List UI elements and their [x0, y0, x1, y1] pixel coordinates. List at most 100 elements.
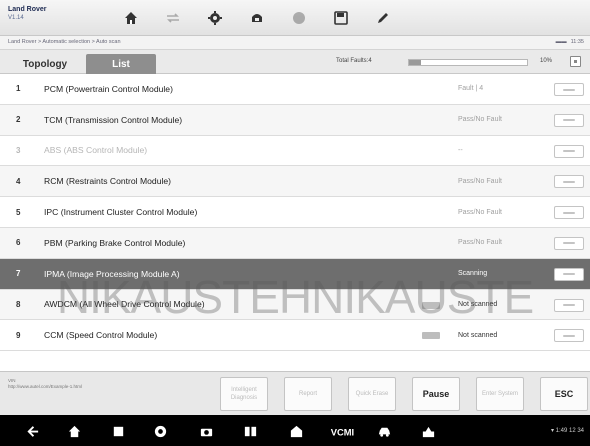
save-icon	[334, 11, 348, 25]
garage-button[interactable]	[288, 423, 304, 439]
home-icon	[125, 12, 137, 24]
settings-icon	[208, 11, 222, 25]
module-number: 5	[16, 207, 21, 217]
back-icon	[26, 425, 38, 437]
module-name: IPMA (Image Processing Module A)	[44, 268, 180, 279]
module-detail-button[interactable]	[554, 175, 584, 189]
module-row[interactable]: 9 CCM (Speed Control Module) Not scanned	[0, 320, 590, 352]
module-detail-button[interactable]	[554, 267, 584, 281]
vehicle-swap-icon	[167, 13, 179, 23]
module-name: TCM (Transmission Control Module)	[44, 114, 183, 125]
status-area: ▬▬ 11:35	[556, 39, 584, 45]
svg-text:VCMI: VCMI	[331, 427, 354, 437]
save-button[interactable]	[320, 0, 362, 36]
module-result: Scanning	[458, 270, 488, 278]
display-button[interactable]	[242, 423, 258, 439]
quick-erase-button[interactable]: Quick Erase	[348, 377, 396, 411]
vci-button[interactable]	[236, 0, 278, 36]
module-result: --	[458, 146, 463, 154]
home-button[interactable]	[110, 0, 152, 36]
module-row[interactable]: 8 AWDCM (All Wheel Drive Control Module) N…	[0, 289, 590, 321]
module-row[interactable]: 5 IPC (Instrument Cluster Control Module)…	[0, 197, 590, 228]
module-row[interactable]: 7 IPMA (Image Processing Module A) Scannin…	[0, 258, 590, 290]
module-name: AWDCM (All Wheel Drive Control Module)	[44, 299, 205, 310]
module-number: 2	[16, 115, 21, 125]
module-result: Pass/No Fault	[458, 208, 502, 216]
module-number: 4	[16, 176, 21, 186]
scan-progress-bar	[408, 59, 528, 66]
report-button[interactable]: Report	[284, 377, 332, 411]
top-toolbar	[110, 0, 404, 36]
module-name: PBM (Parking Brake Control Module)	[44, 237, 186, 248]
brand-block: Land Rover V1.14	[8, 5, 47, 22]
module-row[interactable]: 1 PCM (Powertrain Control Module) Fault | …	[0, 74, 590, 105]
car-button[interactable]	[376, 423, 392, 439]
module-detail-button[interactable]	[554, 236, 584, 250]
module-detail-button[interactable]	[554, 83, 584, 96]
module-name: IPC (Instrument Cluster Control Module)	[44, 207, 198, 218]
module-detail-button[interactable]	[554, 206, 584, 220]
module-name: CCM (Speed Control Module)	[44, 330, 158, 341]
esc-button[interactable]: ESC	[540, 377, 588, 411]
module-result: Pass/No Fault	[458, 116, 502, 124]
module-row[interactable]: 4 RCM (Restraints Control Module) Pass/No …	[0, 166, 590, 198]
module-result: Not scanned	[458, 300, 498, 308]
module-detail-button[interactable]	[554, 144, 584, 158]
module-result: Fault | 4	[458, 85, 484, 93]
breadcrumb: Land Rover > Automatic selection > Auto …	[8, 39, 121, 45]
module-detail-button[interactable]	[554, 113, 584, 127]
module-detail-button[interactable]	[554, 329, 584, 343]
pause-button[interactable]: Pause	[412, 377, 460, 411]
scan-status-indicator	[422, 332, 440, 340]
record-icon	[293, 12, 305, 24]
module-row[interactable]: 6 PBM (Parking Brake Control Module) Pass/…	[0, 227, 590, 259]
vehicle-mode-icon	[422, 426, 434, 437]
breadcrumb-bar: Land Rover > Automatic selection > Auto …	[0, 36, 590, 50]
nav-home-button[interactable]	[66, 423, 82, 439]
enter-system-button[interactable]: Enter System	[476, 377, 524, 411]
action-bar: VIN http://www.autel.com/Example-1.html …	[0, 371, 590, 415]
battery-icon: ▬▬	[555, 39, 567, 45]
car-icon	[378, 427, 390, 437]
settings-button[interactable]	[194, 0, 236, 36]
tab-topology[interactable]: Topology	[10, 54, 80, 74]
module-result: Not scanned	[458, 331, 498, 339]
software-version: V1.14	[8, 15, 24, 21]
module-list: 1 PCM (Powertrain Control Module) Fault | …	[0, 74, 590, 352]
vehicle-info-line: http://www.autel.com/Example-1.html	[8, 384, 83, 389]
recent-apps-button[interactable]	[110, 423, 126, 439]
module-name: ABS (ABS Control Module)	[44, 145, 148, 156]
module-result: Pass/No Fault	[458, 177, 502, 185]
back-button[interactable]	[24, 423, 40, 439]
home-icon	[68, 425, 80, 437]
clock: 11:35	[570, 39, 584, 45]
tab-bar: Topology List Total Faults:4 10%	[0, 50, 590, 74]
module-name: PCM (Powertrain Control Module)	[44, 83, 173, 94]
module-row[interactable]: 3 ABS (ABS Control Module) --	[0, 135, 590, 167]
tab-list[interactable]: List	[86, 54, 156, 74]
module-number: 9	[16, 330, 21, 340]
vehicle-mode-button[interactable]	[420, 423, 436, 439]
module-row[interactable]: 2 TCM (Transmission Control Module) Pass/N…	[0, 104, 590, 136]
scan-progress-fill	[409, 60, 421, 65]
intelligent-diagnosis-button[interactable]: Intelligent Diagnosis	[220, 377, 268, 411]
module-result: Pass/No Fault	[458, 239, 502, 247]
module-number: 7	[16, 269, 21, 279]
system-status: ▾ 1:49 12 34	[550, 428, 584, 434]
browser-icon	[154, 425, 166, 437]
stop-scan-icon[interactable]	[570, 56, 581, 67]
module-detail-button[interactable]	[554, 298, 584, 312]
module-number: 1	[16, 84, 21, 94]
camera-button[interactable]	[198, 423, 214, 439]
vehicle-info: VIN http://www.autel.com/Example-1.html	[8, 378, 82, 390]
garage-icon	[290, 425, 302, 437]
edit-button[interactable]	[362, 0, 404, 36]
vehicle-swap-button[interactable]	[152, 0, 194, 36]
record-button[interactable]	[278, 0, 320, 36]
edit-icon	[378, 13, 388, 23]
camera-icon	[200, 428, 212, 436]
vcmi-button[interactable]: VCMI	[330, 423, 354, 439]
display-icon	[244, 426, 256, 436]
module-number: 6	[16, 238, 21, 248]
browser-button[interactable]	[152, 423, 168, 439]
